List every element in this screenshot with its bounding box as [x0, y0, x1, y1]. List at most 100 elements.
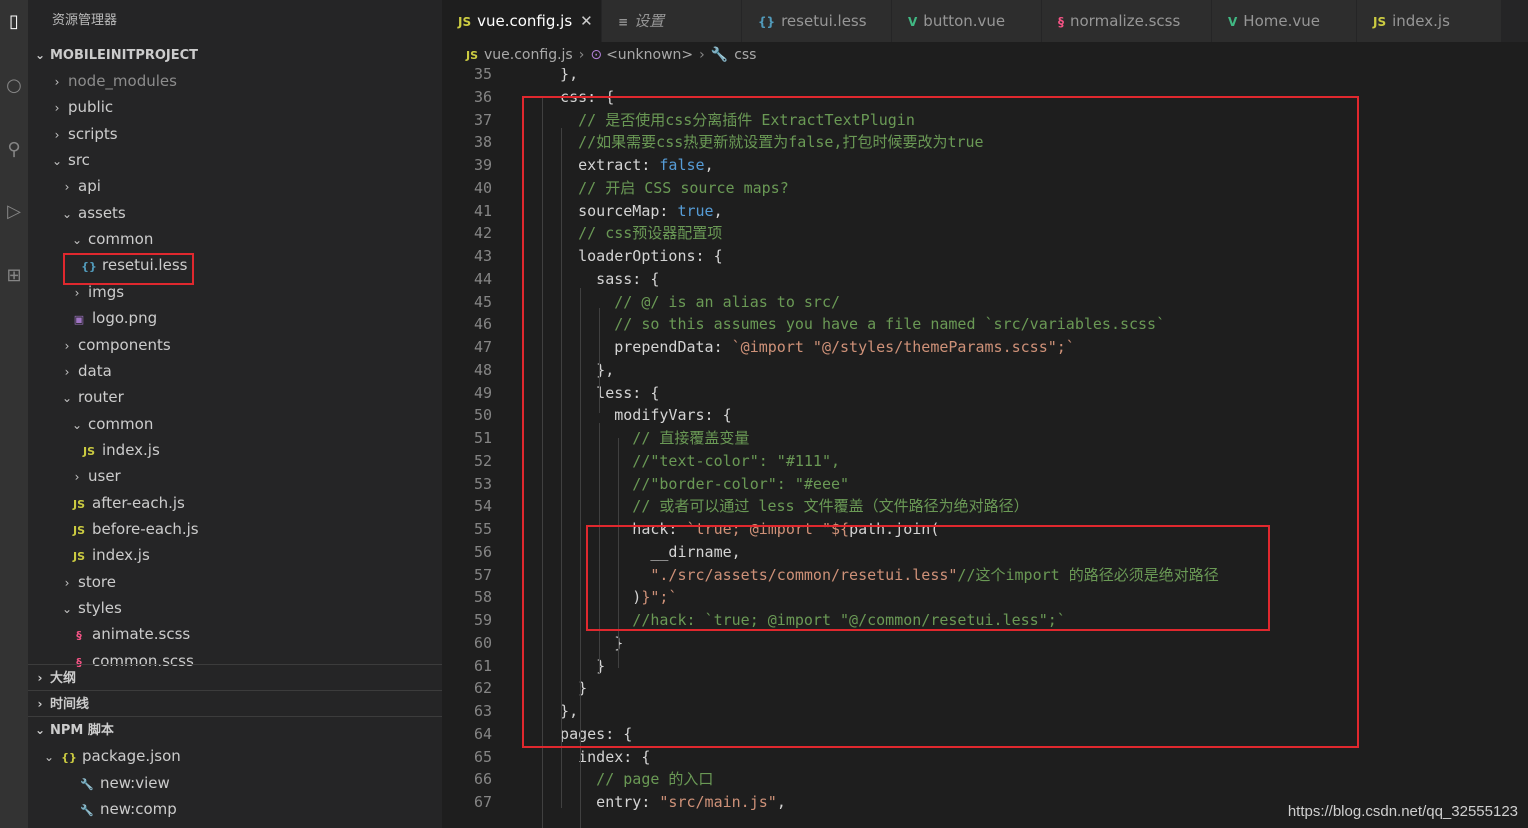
tab-vue-config-js[interactable]: JS vue.config.js ✕ [442, 0, 602, 42]
breadcrumb-symbol[interactable]: <unknown> [606, 47, 693, 63]
npm-section-header[interactable]: ⌄ NPM 脚本 [28, 716, 442, 743]
close-icon[interactable]: ✕ [580, 0, 593, 42]
tree-item-label: router [78, 388, 124, 407]
breadcrumb: JS vue.config.js › ⊙ <unknown> › 🔧 css [442, 42, 1528, 68]
line-number: 55 [473, 520, 492, 538]
line-number: 52 [473, 451, 492, 470]
outline-section-header[interactable]: › 大纲 [28, 664, 442, 691]
tree-item[interactable]: › public [28, 94, 442, 120]
tab-resetui-less[interactable]: {} resetui.less [742, 0, 892, 42]
line-number: 44 [473, 269, 492, 288]
chevron-down-icon: ⌄ [61, 391, 73, 406]
extensions-icon[interactable]: ⊞ [0, 262, 28, 290]
tree-item-label: user [88, 467, 121, 486]
tree-item[interactable]: § animate.scss [28, 621, 442, 647]
npm-item[interactable]: ⌄ {} package.json [28, 743, 442, 769]
source-control-icon[interactable]: ⚲ [0, 136, 28, 164]
chevron-down-icon: ⌄ [71, 233, 83, 248]
tree-item-label: common [88, 230, 154, 249]
tree-item-label: assets [78, 203, 126, 222]
line-number: 60 [473, 633, 492, 652]
chevron-down-icon: ⌄ [61, 602, 73, 616]
search-icon[interactable]: ○ [0, 72, 28, 100]
tab-home-vue[interactable]: V Home.vue [1212, 0, 1357, 42]
wrench-icon: 🔧 [710, 47, 729, 63]
breadcrumb-property[interactable]: css [734, 47, 756, 63]
line-number: 51 [473, 429, 492, 447]
line-number: 65 [473, 747, 492, 766]
tree-item[interactable]: JS index.js [28, 437, 442, 463]
chevron-down-icon: ⌄ [61, 206, 73, 221]
tab--[interactable]: ≡ 设置 [602, 0, 742, 42]
tree-item[interactable]: › user [28, 463, 442, 489]
tree-item[interactable]: JS before-each.js [28, 516, 442, 542]
chevron-down-icon: ⌄ [34, 48, 46, 62]
tab-label: button.vue [923, 12, 1006, 30]
breadcrumb-file[interactable]: vue.config.js [484, 47, 573, 63]
chevron-right-icon: › [64, 180, 70, 195]
tab-index-js[interactable]: JS index.js [1357, 0, 1502, 42]
code-line: }, [542, 68, 578, 86]
line-number: 36 [473, 87, 492, 106]
chevron-right-icon: › [54, 101, 60, 116]
tree-item[interactable]: JS index.js [28, 542, 442, 568]
tree-item[interactable]: ⌄ styles [28, 595, 442, 621]
chevron-right-icon: › [37, 671, 43, 685]
sass-file-icon: § [1058, 15, 1064, 29]
line-number: 53 [473, 474, 492, 493]
chevron-down-icon: ⌄ [34, 723, 46, 737]
tab-normalize-scss[interactable]: § normalize.scss [1042, 0, 1212, 42]
tab-button-vue[interactable]: Vbutton.vue [892, 0, 1042, 42]
line-number: 54 [473, 497, 492, 516]
tree-item-label: scripts [68, 124, 118, 143]
line-number: 45 [473, 292, 492, 311]
tree-item[interactable]: ⌄ common [28, 226, 442, 252]
tree-item[interactable]: › data [28, 358, 442, 384]
line-number: 42 [473, 224, 492, 243]
vue-file-icon: V [908, 15, 918, 29]
npm-item[interactable]: 🔧 new:comp [28, 796, 442, 822]
line-number: 39 [473, 156, 492, 174]
line-number: 57 [473, 565, 492, 584]
tree-item[interactable]: ▣ logo.png [28, 305, 442, 331]
tree-item[interactable]: ⌄ src [28, 147, 442, 173]
tree-item-label: public [68, 98, 114, 117]
json-file-icon: {} [61, 751, 77, 764]
tree-item[interactable]: › components [28, 332, 442, 358]
project-section-header[interactable]: ⌄ MOBILEINITPROJECT [28, 42, 442, 68]
tree-item[interactable]: › api [28, 173, 442, 199]
tree-item[interactable]: ⌄ common [28, 411, 442, 437]
files-icon[interactable]: ▯ [0, 8, 28, 36]
line-number: 37 [473, 110, 492, 129]
js-file-icon: JS [72, 497, 85, 511]
project-name: MOBILEINITPROJECT [50, 48, 199, 63]
wrench-icon: 🔧 [80, 804, 94, 817]
timeline-label: 时间线 [50, 697, 90, 712]
npm-item-label: package.json [82, 747, 181, 765]
explorer-sidebar: 资源管理器 ⌄ MOBILEINITPROJECT › node_modules › p… [28, 0, 442, 828]
line-number: 61 [473, 656, 492, 675]
less-file-icon: {} [758, 15, 776, 29]
tree-item[interactable]: ⌄ assets [28, 200, 442, 226]
tab-label: resetui.less [781, 12, 867, 30]
chevron-down-icon: ⌄ [51, 154, 63, 169]
chevron-down-icon: ⌄ [43, 750, 55, 764]
code-token: , [776, 793, 786, 811]
npm-item-label: new:view [100, 773, 170, 792]
watermark: https://blog.csdn.net/qq_32555123 [1287, 803, 1518, 820]
tree-item[interactable]: › node_modules [28, 68, 442, 94]
line-number: 48 [473, 360, 492, 379]
code-line: index: { [542, 746, 650, 769]
timeline-section-header[interactable]: › 时间线 [28, 690, 442, 717]
npm-item[interactable]: 🔧 new:view [28, 770, 442, 796]
tree-item[interactable]: › store [28, 569, 442, 595]
tree-item[interactable]: JS after-each.js [28, 490, 442, 516]
tree-item[interactable]: ⌄ router [28, 384, 442, 410]
code-line: // page 的入口 [542, 768, 713, 791]
vue-file-icon: V [1228, 15, 1238, 29]
tree-item-label: common [88, 414, 154, 433]
js-file-icon: JS [458, 15, 472, 29]
line-number: 62 [473, 679, 492, 698]
tree-item[interactable]: › scripts [28, 121, 442, 147]
run-debug-icon[interactable]: ▷ [0, 198, 28, 226]
